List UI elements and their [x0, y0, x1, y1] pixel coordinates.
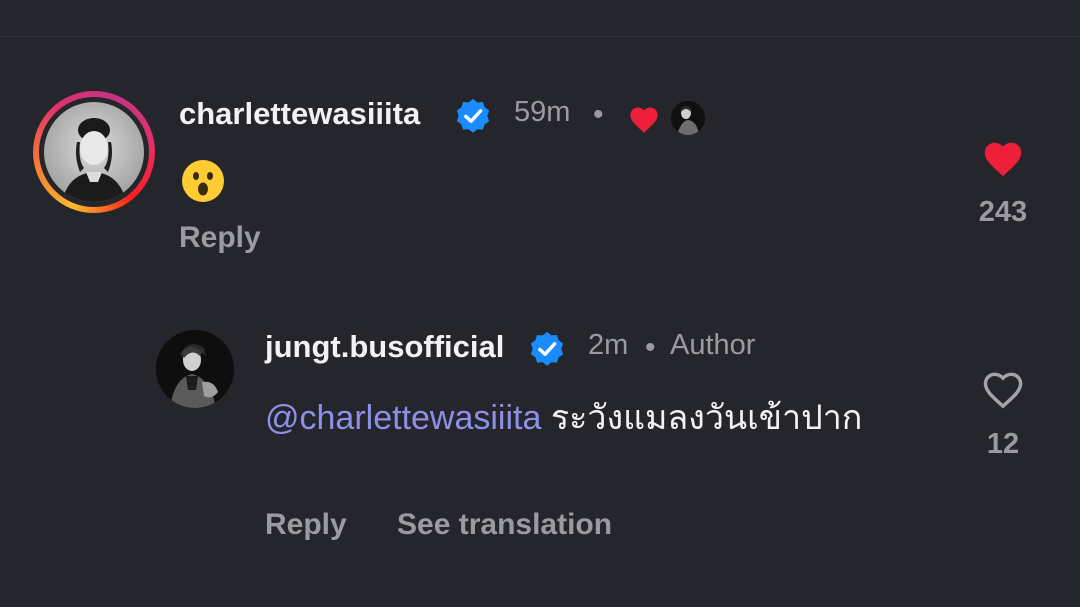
- heart-outline-icon[interactable]: [980, 368, 1026, 410]
- username[interactable]: jungt.busofficial: [265, 329, 504, 365]
- avatar[interactable]: [33, 91, 155, 213]
- heart-filled-icon[interactable]: [980, 138, 1026, 178]
- mention-link[interactable]: @charlettewasiiita: [265, 399, 541, 437]
- reply-button[interactable]: Reply: [265, 508, 347, 542]
- like-count: 243: [978, 196, 1028, 228]
- separator-dot: •: [645, 331, 656, 364]
- avatar[interactable]: [156, 330, 234, 408]
- like-count: 12: [986, 428, 1020, 460]
- reply-button[interactable]: Reply: [179, 221, 261, 255]
- surprised-face-emoji: [182, 160, 224, 202]
- timestamp: 2m: [588, 329, 629, 361]
- heart-filled-icon: [630, 107, 658, 133]
- verified-badge-icon: [456, 98, 490, 133]
- comment-body: ระวังแมลงวันเข้าปาก: [541, 399, 863, 437]
- timestamp: 59m: [514, 96, 571, 128]
- separator-dot: •: [593, 98, 604, 131]
- see-translation-button[interactable]: See translation: [397, 508, 612, 542]
- avatar-photo: [44, 102, 144, 202]
- verified-badge-icon: [530, 331, 564, 366]
- author-badge: Author: [670, 329, 756, 361]
- comment-text: @charlettewasiiita ระวังแมลงวันเข้าปาก: [265, 392, 905, 444]
- liked-by-author-avatar: [671, 101, 705, 135]
- comment-item: charlettewasiiita 59m • Reply 243: [0, 0, 1080, 280]
- username[interactable]: charlettewasiiita: [179, 96, 420, 132]
